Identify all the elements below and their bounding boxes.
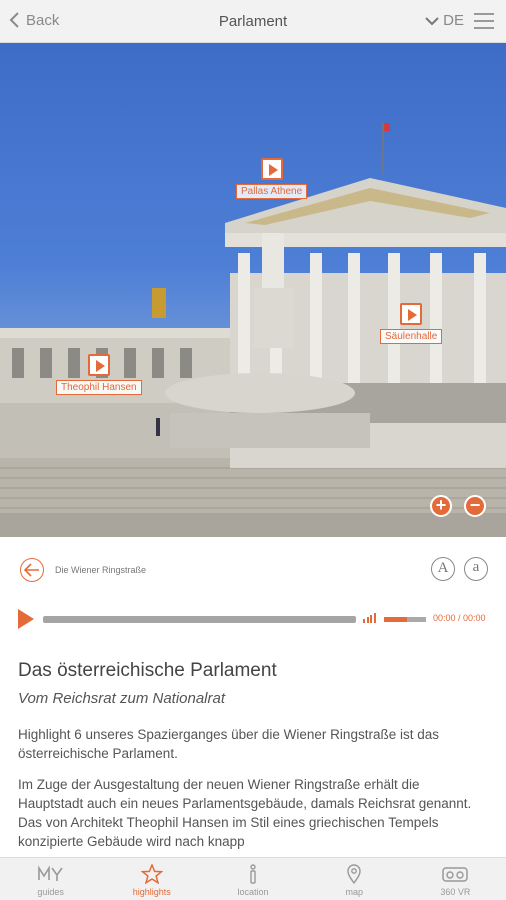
volume-level [384,617,408,622]
menu-icon[interactable] [474,13,494,29]
hotspot-pallas-athene[interactable]: Pallas Athene [236,158,308,199]
parliament-photo [0,123,506,537]
hotspot-saeulenhalle[interactable]: Säulenhalle [380,303,443,344]
vr-headset-icon [442,867,469,882]
chevron-down-icon [425,16,439,25]
font-decrease-button[interactable]: a [464,557,488,581]
hotspot-label: Theophil Hansen [56,380,142,395]
tab-label: highlights [132,887,171,897]
hotspot-label: Pallas Athene [236,184,308,199]
progress-bar[interactable] [43,616,356,623]
star-icon [140,864,163,884]
info-icon [250,864,256,884]
article-paragraph-2: Im Zuge der Ausgestaltung der neuen Wien… [18,777,472,849]
play-button[interactable] [18,609,34,629]
article: Das österreichische Parlament Vom Reichs… [18,660,488,851]
tab-label: location [237,887,269,897]
tab-label: map [345,887,363,897]
tab-map[interactable]: map [304,858,405,900]
audio-player: 00:00 / 00:00 [0,603,506,637]
top-bar: Back Parlament DE [0,0,506,43]
hotspot-label: Säulenhalle [380,329,443,344]
tab-label: 360 VR [440,887,471,897]
language-label: DE [443,12,464,29]
time-display: 00:00 / 00:00 [433,613,486,623]
panorama-image[interactable]: Pallas Athene Säulenhalle Theophil Hanse… [0,43,506,537]
article-title: Das österreichische Parlament [18,660,277,681]
play-icon [260,158,283,180]
hotspot-theophil-hansen[interactable]: Theophil Hansen [56,354,142,395]
map-pin-icon [347,864,361,884]
article-subtitle: Vom Reichsrat zum Nationalrat [18,690,226,707]
bottom-tab-bar: guides highlights location map 360 VR [0,857,506,900]
zoom-in-button[interactable]: + [430,495,452,517]
tab-label: guides [37,887,64,897]
play-icon [400,303,423,325]
guide-navigation: Die Wiener Ringstraße A a [0,537,506,603]
play-icon [87,354,110,376]
zoom-out-button[interactable]: − [464,495,486,517]
volume-icon [363,613,377,623]
language-selector[interactable]: DE [425,12,464,29]
tab-location[interactable]: location [202,858,303,900]
my-guides-icon [37,865,63,881]
arrow-left-icon [24,563,39,577]
font-increase-button[interactable]: A [431,557,455,581]
breadcrumb: Die Wiener Ringstraße [55,565,147,575]
previous-button[interactable] [20,558,44,582]
tab-guides[interactable]: guides [0,858,101,900]
tab-highlights[interactable]: highlights [101,858,202,900]
article-paragraph-1: Highlight 6 unseres Spazierganges über d… [18,727,439,761]
tab-360-vr[interactable]: 360 VR [405,858,506,900]
